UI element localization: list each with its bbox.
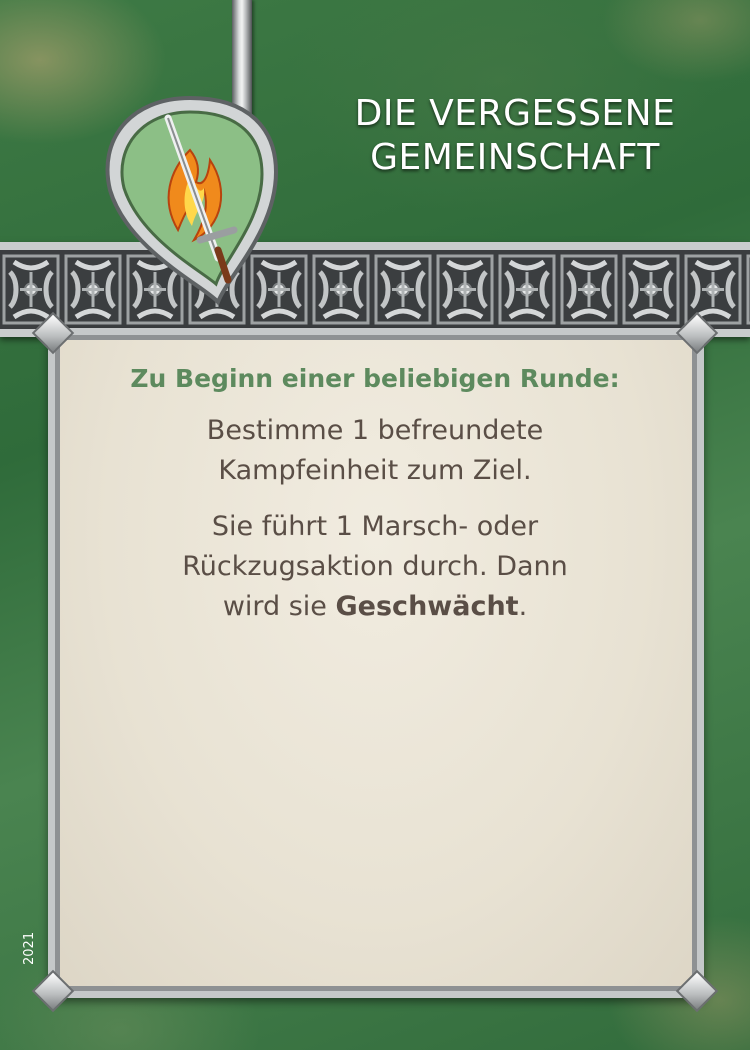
effect1-line1: Bestimme 1 befreundete	[206, 415, 544, 446]
card-text: Zu Beginn einer beliebigen Runde: Bestim…	[70, 360, 680, 643]
effect2-line3: wird sie Geschwächt.	[70, 587, 680, 627]
effect2-line2: Rückzugsaktion durch. Dann	[182, 551, 568, 582]
effect2-line1: Sie führt 1 Marsch- oder	[211, 511, 539, 542]
card-title-line1: DIE VERGESSENE	[354, 93, 676, 134]
keyword-geschwaecht: Geschwächt	[335, 591, 519, 622]
card-title-line2: GEMEINSCHAFT	[370, 137, 660, 178]
copyright-year: 2021	[22, 931, 37, 965]
card: DIE VERGESSENE GEMEINSCHAFT Zu Beginn ei…	[0, 0, 750, 1050]
flaming-sword-shield-icon	[105, 95, 279, 306]
effect-paragraph-1: Bestimme 1 befreundete Kampfeinheit zum …	[70, 411, 680, 491]
card-title: DIE VERGESSENE GEMEINSCHAFT	[305, 92, 725, 180]
trigger-text: Zu Beginn einer beliebigen Runde:	[130, 364, 620, 393]
effect-paragraph-2: Sie führt 1 Marsch- oder Rückzugsaktion …	[70, 507, 680, 627]
effect2-line3-pre: wird sie	[222, 591, 336, 622]
effect2-line3-post: .	[518, 591, 528, 622]
effect1-line2: Kampfeinheit zum Ziel.	[218, 455, 532, 486]
